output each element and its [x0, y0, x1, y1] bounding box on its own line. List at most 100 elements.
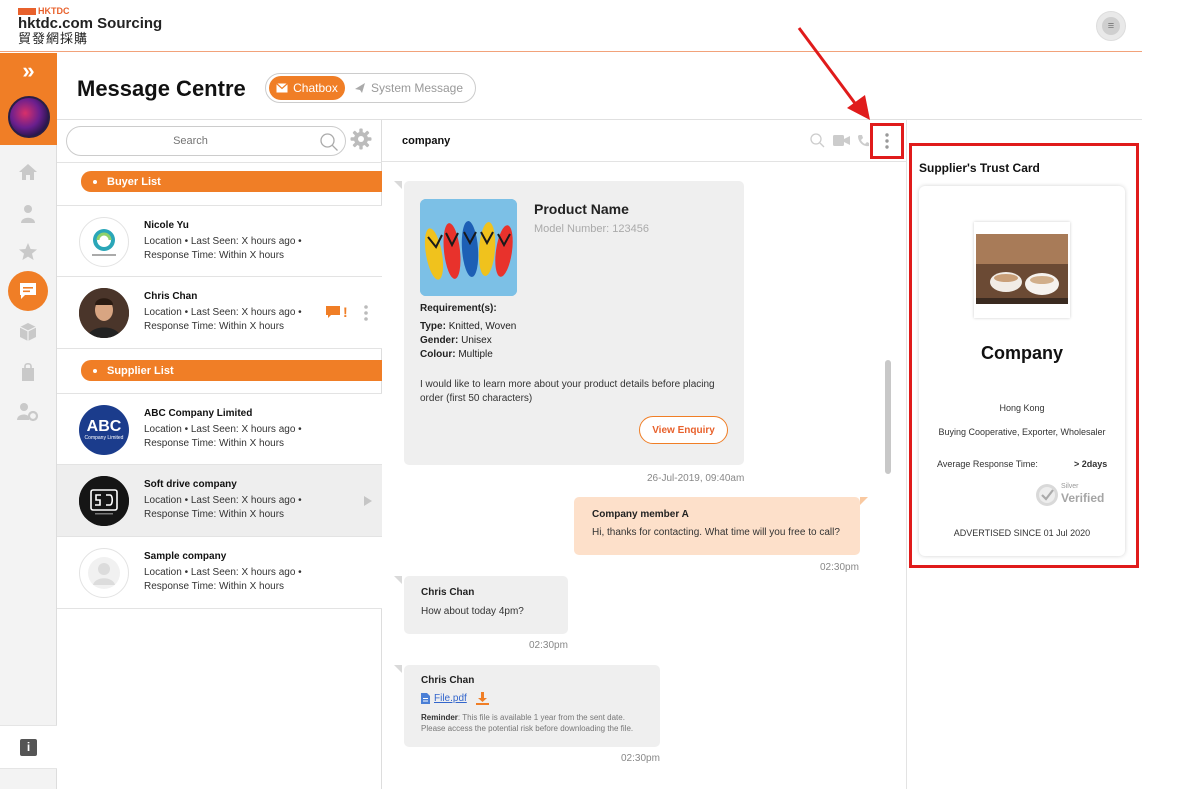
message-file: Chris Chan File.pdf Reminder: This file …	[394, 665, 660, 747]
chat-alert-icon	[326, 306, 340, 318]
video-call-icon[interactable]	[833, 135, 850, 146]
req-colour: Colour: Multiple	[420, 349, 493, 360]
product-image	[420, 199, 517, 296]
search-icon[interactable]	[319, 132, 339, 152]
tab-chatbox-label: Chatbox	[293, 81, 338, 95]
star-icon[interactable]	[17, 241, 39, 263]
buyer-list-header[interactable]: Buyer List	[81, 171, 382, 192]
contact-name: ABC Company Limited	[144, 408, 253, 419]
enquiry-message: I would like to learn more about your pr…	[420, 379, 715, 404]
more-options-icon[interactable]	[363, 305, 369, 321]
contact-name: Nicole Yu	[144, 220, 189, 231]
contact-meta: Location • Last Seen: X hours ago •	[144, 307, 302, 318]
hktdc-flag-icon	[18, 7, 36, 15]
message-chris-chan: Chris Chan How about today 4pm?	[394, 576, 568, 634]
unread-alert: !	[325, 304, 348, 320]
contact-meta: Location • Last Seen: X hours ago •	[144, 424, 302, 435]
trust-company-name: Company	[980, 343, 1063, 363]
download-icon[interactable]	[476, 692, 489, 705]
search-icon[interactable]	[810, 133, 825, 148]
more-options-icon[interactable]	[884, 133, 890, 149]
home-icon[interactable]	[17, 161, 39, 183]
tab-chatbox[interactable]: Chatbox	[269, 76, 345, 100]
requirements-heading: Requirement(s):	[420, 303, 497, 314]
info-icon: i	[20, 738, 37, 756]
tab-system-label: System Message	[371, 81, 464, 95]
user-avatar[interactable]	[0, 89, 57, 145]
chat-icon	[20, 283, 36, 299]
message-timestamp: 02:30pm	[529, 640, 568, 651]
hktdc-logo[interactable]: HKTDC hktdc.com Sourcing 貿發網採購	[18, 6, 162, 46]
buyer-list-label: Buyer List	[107, 175, 161, 188]
contact-name: Chris Chan	[144, 291, 198, 302]
advertised-since: ADVERTISED SINCE 01 Jul 2020	[953, 528, 1091, 538]
message-centre-nav[interactable]	[8, 271, 48, 311]
contact-name: Soft drive company	[144, 479, 237, 490]
message-timestamp: 02:30pm	[820, 562, 859, 573]
contact-response: Response Time: Within X hours	[144, 250, 285, 261]
top-header: HKTDC hktdc.com Sourcing 貿發網採購 ≡	[0, 0, 1142, 52]
contact-meta: Location • Last Seen: X hours ago •	[144, 495, 302, 506]
req-type: Type: Knitted, Woven	[420, 321, 517, 332]
phone-icon[interactable]	[857, 134, 869, 148]
contact-response: Response Time: Within X hours	[144, 509, 285, 520]
contact-chris-chan[interactable]: Chris Chan Location • Last Seen: X hours…	[57, 277, 382, 349]
message-timestamp: 02:30pm	[621, 753, 660, 764]
chat-header: company	[382, 120, 907, 162]
search-input[interactable]	[68, 128, 313, 154]
hamburger-icon: ≡	[1102, 17, 1120, 35]
gear-icon[interactable]	[350, 128, 372, 150]
shopping-bag-icon[interactable]	[17, 361, 39, 383]
contact-soft-drive-company[interactable]: Soft drive company Location • Last Seen:…	[57, 465, 382, 537]
contact-sample-company[interactable]: Sample company Location • Last Seen: X h…	[57, 537, 382, 609]
contact-response: Response Time: Within X hours	[144, 581, 285, 592]
megaphone-icon	[355, 83, 365, 93]
message-text: How about today 4pm?	[421, 606, 524, 617]
search-box	[66, 126, 346, 156]
box-icon[interactable]	[17, 321, 39, 343]
person-icon[interactable]	[17, 203, 39, 225]
trust-location: Hong Kong	[999, 403, 1045, 413]
contact-nicole-yu[interactable]: Nicole Yu Location • Last Seen: X hours …	[57, 205, 382, 277]
main-menu-button[interactable]: ≡	[1096, 11, 1126, 41]
contact-response: Response Time: Within X hours	[144, 321, 285, 332]
envelope-icon	[276, 83, 289, 93]
brand-chinese: 貿發網採購	[18, 31, 89, 46]
sender-name: Chris Chan	[421, 675, 475, 686]
chat-scrollbar[interactable]	[885, 360, 891, 474]
user-settings-icon[interactable]	[17, 401, 39, 423]
brand-main: hktdc.com Sourcing	[18, 15, 163, 32]
supplier-list-label: Supplier List	[107, 364, 174, 377]
enquiry-card: Product Name Model Number: 123456 Requir…	[394, 181, 744, 465]
contact-response: Response Time: Within X hours	[144, 438, 285, 449]
default-avatar	[79, 548, 129, 598]
trust-card: Company Hong Kong Buying Cooperative, Ex…	[919, 186, 1125, 556]
page-title: Message Centre	[77, 76, 246, 101]
caret-right-icon	[364, 496, 372, 506]
contact-name: Sample company	[144, 551, 227, 562]
message-company-member: Company member A Hi, thanks for contacti…	[574, 497, 868, 555]
info-button[interactable]: i	[0, 725, 57, 769]
req-gender: Gender: Unisex	[420, 335, 492, 346]
message-text: Hi, thanks for contacting. What time wil…	[592, 527, 840, 538]
company-image	[974, 222, 1070, 318]
avatar	[79, 217, 129, 267]
product-name: Product Name	[534, 201, 629, 217]
file-attachment[interactable]: File.pdf	[421, 693, 467, 704]
verified-check-icon	[1036, 484, 1058, 506]
abc-logo: ABC Company Limited	[79, 405, 129, 455]
tab-system-message[interactable]: System Message	[354, 76, 463, 100]
annotation-arrow	[797, 27, 870, 120]
view-enquiry-button[interactable]: View Enquiry	[639, 416, 728, 444]
contact-abc-company[interactable]: ABC Company Limited ABC Company Limited …	[57, 393, 382, 465]
trust-response-label: Average Response Time:	[937, 459, 1038, 469]
contact-meta: Location • Last Seen: X hours ago •	[144, 567, 302, 578]
expand-rail-button[interactable]: »	[0, 53, 57, 89]
soft-drive-logo	[79, 476, 129, 526]
supplier-list-header[interactable]: Supplier List	[81, 360, 382, 381]
file-link[interactable]: File.pdf	[434, 693, 467, 704]
chat-panel: company Product Name Model Number: 12345…	[382, 120, 907, 789]
trust-response-value: > 2days	[1074, 459, 1108, 469]
trust-card-title: Supplier's Trust Card	[919, 161, 1040, 175]
contacts-panel: Buyer List Nicole Yu Location • Last See…	[57, 120, 382, 789]
